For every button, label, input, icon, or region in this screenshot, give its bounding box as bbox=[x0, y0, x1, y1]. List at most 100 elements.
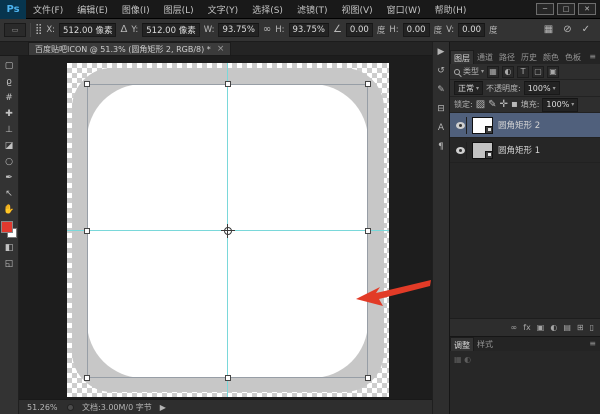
tab-adjustments[interactable]: 调整 bbox=[450, 337, 474, 351]
layer-thumbnail[interactable] bbox=[472, 142, 493, 159]
adjustment-layer-icon[interactable]: ◐ bbox=[550, 323, 557, 332]
new-layer-icon[interactable]: ⊞ bbox=[577, 323, 584, 332]
link-dimensions-icon[interactable]: ∞ bbox=[263, 23, 271, 37]
close-button[interactable]: ✕ bbox=[578, 3, 596, 15]
document-tab-bar: 百度贴吧ICON @ 51.3% (圆角矩形 2, RGB/8) * × bbox=[0, 42, 432, 56]
foreground-color-swatch[interactable] bbox=[1, 221, 13, 233]
panel-menu-icon[interactable]: ≡ bbox=[585, 50, 600, 64]
tab-layers[interactable]: 图层 bbox=[450, 50, 474, 64]
adjustment-preset-icons[interactable]: ▦ ◐ bbox=[454, 355, 471, 364]
tab-history[interactable]: 历史 bbox=[518, 50, 540, 64]
tab-color[interactable]: 颜色 bbox=[540, 50, 562, 64]
filter-shape-layers-icon[interactable]: ▢ bbox=[532, 66, 544, 78]
tab-styles[interactable]: 样式 bbox=[474, 337, 496, 351]
rotate-input[interactable]: 0.00 bbox=[346, 23, 373, 37]
status-options-arrow-icon[interactable]: ▶ bbox=[160, 403, 166, 412]
menu-window[interactable]: 窗口(W) bbox=[380, 3, 428, 16]
lock-position-icon[interactable]: ✛ bbox=[500, 98, 508, 112]
layer-row-rounded-rect-1[interactable]: 圆角矩形 1 bbox=[450, 138, 600, 163]
menu-type[interactable]: 文字(Y) bbox=[201, 3, 246, 16]
tab-swatches[interactable]: 色板 bbox=[562, 50, 584, 64]
brush-presets-panel-icon[interactable]: ✎ bbox=[437, 85, 445, 95]
menu-image[interactable]: 图像(I) bbox=[115, 3, 157, 16]
crop-tool[interactable]: # bbox=[1, 90, 18, 106]
visibility-toggle[interactable] bbox=[454, 142, 467, 159]
menu-layer[interactable]: 图层(L) bbox=[157, 3, 201, 16]
quick-mask-button[interactable]: ◧ bbox=[1, 240, 18, 256]
maximize-button[interactable]: □ bbox=[557, 3, 575, 15]
tab-channels[interactable]: 通道 bbox=[474, 50, 496, 64]
filter-smart-objects-icon[interactable]: ▣ bbox=[547, 66, 559, 78]
shape-layer-badge-icon bbox=[485, 126, 493, 134]
filter-type-layers-icon[interactable]: T bbox=[517, 66, 529, 78]
hskew-input[interactable]: 0.00 bbox=[403, 23, 430, 37]
canvas-area[interactable] bbox=[19, 56, 432, 399]
x-input[interactable]: 512.00 像素 bbox=[59, 23, 116, 37]
lock-all-icon[interactable]: ▪ bbox=[511, 98, 518, 112]
link-layers-icon[interactable]: ∞ bbox=[511, 323, 518, 332]
fill-label: 填充: bbox=[521, 99, 540, 110]
layer-mask-icon[interactable]: ▣ bbox=[537, 323, 545, 332]
layers-panel-footer: ∞ fx ▣ ◐ ▤ ⊞ ▯ bbox=[450, 318, 600, 336]
document-tab[interactable]: 百度贴吧ICON @ 51.3% (圆角矩形 2, RGB/8) * × bbox=[28, 42, 231, 55]
search-icon bbox=[454, 69, 460, 75]
panel-drag-bar[interactable] bbox=[450, 42, 600, 50]
height-input[interactable]: 93.75% bbox=[289, 23, 329, 37]
vskew-input[interactable]: 0.00 bbox=[458, 23, 485, 37]
reference-point-icon[interactable]: ⣿ bbox=[35, 23, 42, 37]
relative-position-icon[interactable]: Δ bbox=[120, 23, 127, 37]
chevron-down-icon: ▾ bbox=[481, 68, 484, 75]
y-input[interactable]: 512.00 像素 bbox=[142, 23, 199, 37]
opacity-input[interactable]: 100% ▾ bbox=[524, 81, 560, 95]
width-input[interactable]: 93.75% bbox=[218, 23, 258, 37]
eraser-tool[interactable]: ◪ bbox=[1, 138, 18, 154]
minimize-button[interactable]: ─ bbox=[536, 3, 554, 15]
filter-pixel-layers-icon[interactable]: ▦ bbox=[487, 66, 499, 78]
expand-panels-icon[interactable]: ▶ bbox=[438, 47, 445, 57]
tool-preset-picker[interactable]: ▭ bbox=[4, 23, 26, 37]
clone-stamp-tool[interactable]: ⊥ bbox=[1, 122, 18, 138]
rectangular-marquee-tool[interactable]: ▢ bbox=[1, 58, 18, 74]
clone-source-panel-icon[interactable]: ⊟ bbox=[437, 104, 445, 114]
delete-layer-icon[interactable]: ▯ bbox=[590, 323, 594, 332]
opacity-label: 不透明度: bbox=[486, 83, 521, 94]
history-panel-icon[interactable]: ↺ bbox=[437, 66, 445, 76]
visibility-toggle[interactable] bbox=[454, 117, 467, 134]
tab-close-icon[interactable]: × bbox=[217, 44, 225, 54]
menu-select[interactable]: 选择(S) bbox=[245, 3, 290, 16]
screen-mode-button[interactable]: ◱ bbox=[1, 256, 18, 272]
cancel-transform-icon[interactable]: ⊘ bbox=[563, 23, 571, 37]
layer-thumbnail[interactable] bbox=[472, 117, 493, 134]
path-select-tool[interactable]: ↖ bbox=[1, 186, 18, 202]
filter-adjustment-layers-icon[interactable]: ◐ bbox=[502, 66, 514, 78]
layer-style-icon[interactable]: fx bbox=[523, 323, 531, 332]
layer-name[interactable]: 圆角矩形 2 bbox=[498, 119, 540, 131]
panel-dock-strip: ▶ ↺ ✎ ⊟ A ¶ bbox=[432, 42, 449, 414]
blend-mode-select[interactable]: 正常 ▾ bbox=[454, 81, 483, 95]
healing-brush-tool[interactable]: ✚ bbox=[1, 106, 18, 122]
paragraph-panel-icon[interactable]: ¶ bbox=[438, 142, 444, 152]
menu-help[interactable]: 帮助(H) bbox=[428, 3, 474, 16]
tab-paths[interactable]: 路径 bbox=[496, 50, 518, 64]
status-bar: 51.26% 文档:3.00M/0 字节 ▶ bbox=[19, 399, 432, 414]
layer-row-rounded-rect-2[interactable]: 圆角矩形 2 bbox=[450, 113, 600, 138]
filter-type-dropdown[interactable]: 类型 ▾ bbox=[463, 66, 484, 77]
new-group-icon[interactable]: ▤ bbox=[563, 323, 571, 332]
menu-view[interactable]: 视图(V) bbox=[334, 3, 379, 16]
lock-transparency-icon[interactable]: ▨ bbox=[476, 98, 485, 112]
fill-input[interactable]: 100% ▾ bbox=[542, 98, 578, 112]
menu-filter[interactable]: 滤镜(T) bbox=[290, 3, 335, 16]
lasso-tool[interactable]: ϱ bbox=[1, 74, 18, 90]
pen-tool[interactable]: ✒ bbox=[1, 170, 18, 186]
character-panel-icon[interactable]: A bbox=[438, 123, 444, 133]
zoom-level-field[interactable]: 51.26% bbox=[27, 403, 59, 412]
layer-name[interactable]: 圆角矩形 1 bbox=[498, 144, 540, 156]
menu-file[interactable]: 文件(F) bbox=[26, 3, 70, 16]
panel-menu-icon[interactable]: ≡ bbox=[585, 337, 600, 351]
warp-mode-icon[interactable]: ▦ bbox=[544, 23, 553, 37]
commit-transform-icon[interactable]: ✓ bbox=[582, 23, 590, 37]
lock-pixels-icon[interactable]: ✎ bbox=[488, 98, 496, 112]
blur-tool[interactable]: ○ bbox=[1, 154, 18, 170]
hand-tool[interactable]: ✋ bbox=[1, 202, 18, 218]
menu-edit[interactable]: 编辑(E) bbox=[70, 3, 115, 16]
